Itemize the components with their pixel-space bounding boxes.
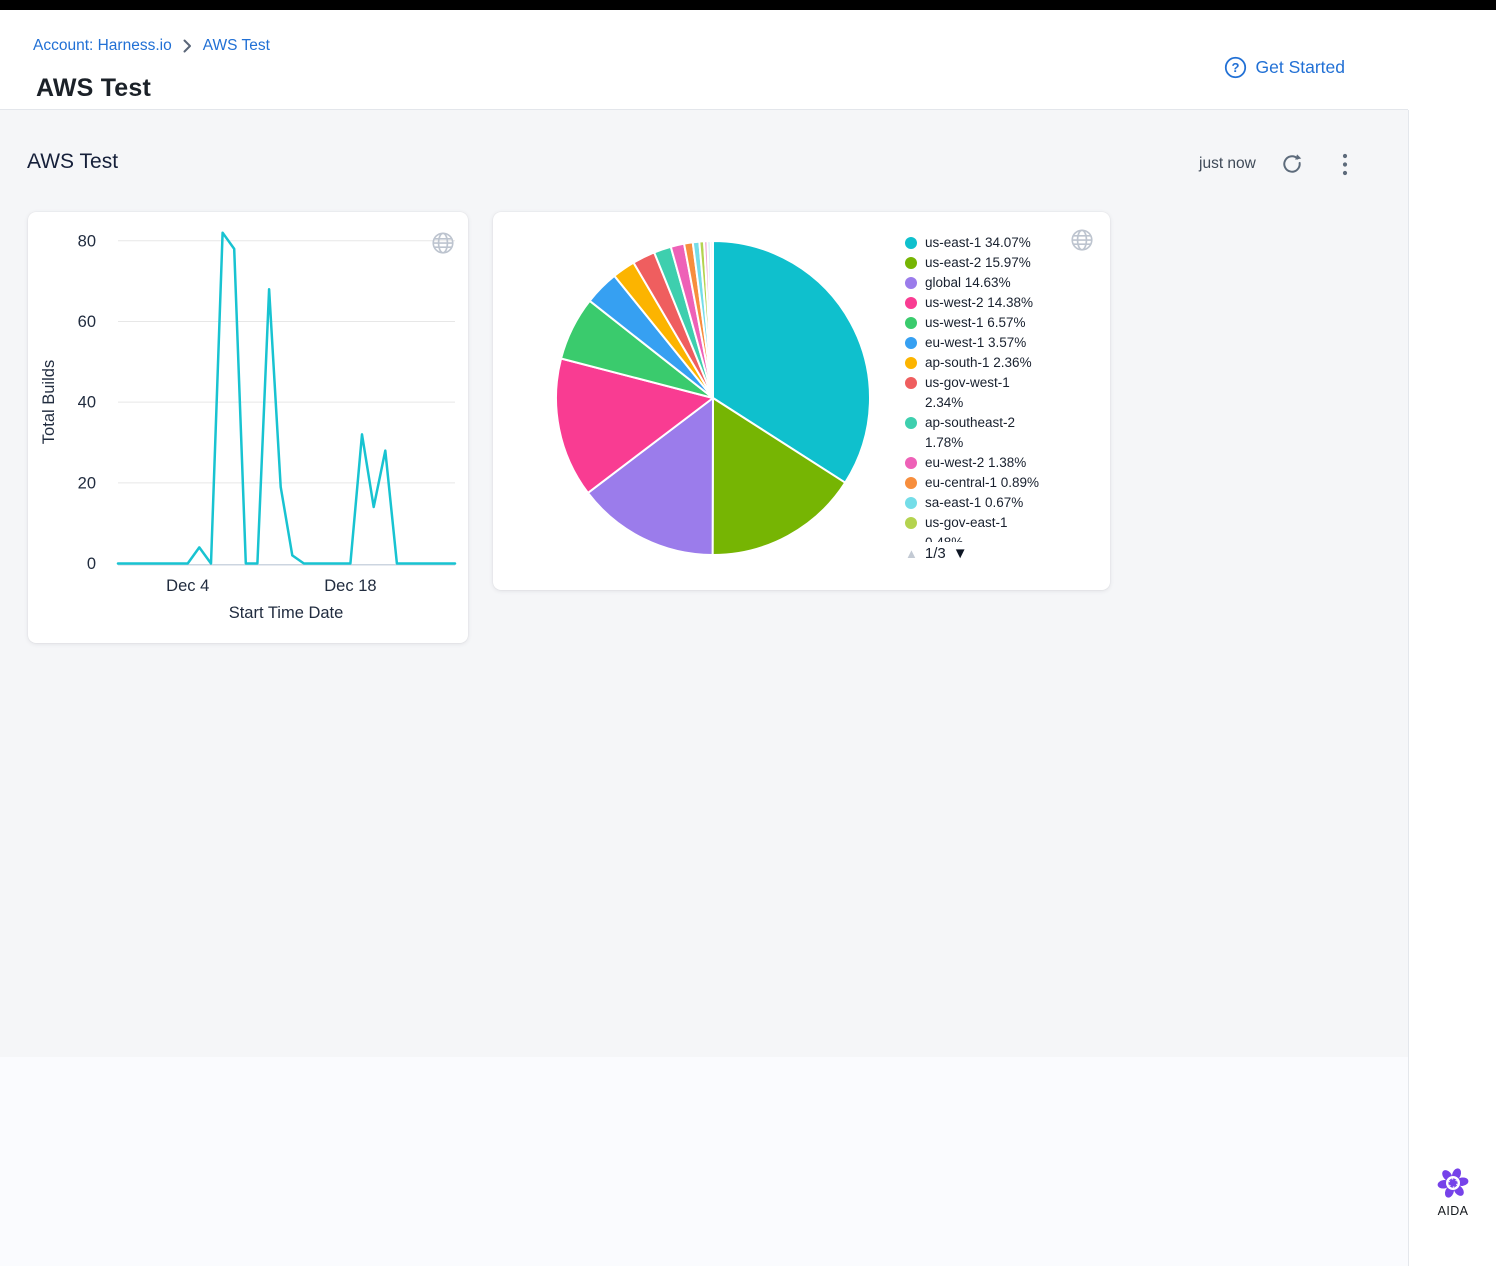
globe-icon — [1069, 227, 1095, 258]
legend-dot — [905, 317, 917, 329]
breadcrumb-current-link[interactable]: AWS Test — [203, 37, 270, 55]
legend-item-us-west-2[interactable]: us-west-2 14.38% — [905, 293, 1095, 313]
legend-item-global[interactable]: global 14.63% — [905, 273, 1095, 293]
pie-legend: us-east-1 34.07%us-east-2 15.97%global 1… — [905, 233, 1095, 542]
pie-chart-card: us-east-1 34.07%us-east-2 15.97%global 1… — [493, 212, 1110, 590]
legend-dot — [905, 337, 917, 349]
total-builds-chart-svg[interactable]: 0 20 40 60 80 Dec 4 Dec 18 Total Builds Start … — [28, 212, 468, 643]
legend-dot — [905, 237, 917, 249]
svg-text:60: 60 — [78, 313, 96, 331]
svg-text:20: 20 — [78, 474, 96, 492]
right-rail: AIDA — [1408, 110, 1496, 1266]
legend-dot — [905, 357, 917, 369]
legend-label: eu-west-2 1.38% — [925, 453, 1055, 473]
legend-label: us-east-2 15.97% — [925, 253, 1055, 273]
legend-item-us-gov-west-1[interactable]: us-gov-west-12.34% — [905, 373, 1095, 413]
legend-item-ap-southeast-2[interactable]: ap-southeast-21.78% — [905, 413, 1095, 453]
legend-label: us-east-1 34.07% — [925, 233, 1055, 253]
svg-text:40: 40 — [78, 394, 96, 412]
legend-label: us-west-1 6.57% — [925, 313, 1055, 333]
legend-dot — [905, 457, 917, 469]
legend-dot — [905, 477, 917, 489]
legend-label: ap-south-1 2.36% — [925, 353, 1055, 373]
aida-label: AIDA — [1438, 1204, 1469, 1218]
get-started-link[interactable]: ? Get Started — [1224, 56, 1346, 79]
legend-item-eu-west-1[interactable]: eu-west-1 3.57% — [905, 333, 1095, 353]
legend-dot — [905, 417, 917, 429]
page-title: AWS Test — [36, 74, 151, 103]
legend-item-us-west-1[interactable]: us-west-1 6.57% — [905, 313, 1095, 333]
legend-dot — [905, 297, 917, 309]
line-chart-series — [118, 233, 455, 564]
dashboard-canvas-bottom — [0, 1057, 1408, 1266]
get-started-label: Get Started — [1256, 57, 1346, 78]
chevron-right-icon — [183, 39, 192, 53]
legend-page-down-icon[interactable]: ▼ — [953, 545, 968, 562]
breadcrumb-account-link[interactable]: Account: Harness.io — [33, 37, 172, 55]
legend-item-eu-west-2[interactable]: eu-west-2 1.38% — [905, 453, 1095, 473]
legend-pagination: ▲ 1/3 ▼ — [905, 545, 968, 562]
line-chart-axis-labels: 0 20 40 60 80 Dec 4 Dec 18 — [78, 232, 377, 595]
legend-dot — [905, 277, 917, 289]
legend-page-indicator: 1/3 — [925, 545, 946, 562]
legend-label: global 14.63% — [925, 273, 1055, 293]
y-axis-title: Total Builds — [40, 360, 58, 444]
legend-dot — [905, 377, 917, 389]
aida-flower-icon — [1436, 1166, 1470, 1200]
dashboard-controls: just now — [1199, 150, 1348, 178]
legend-item-us-east-1[interactable]: us-east-1 34.07% — [905, 233, 1095, 253]
legend-item-us-gov-east-1[interactable]: us-gov-east-10.48% — [905, 513, 1095, 542]
line-chart-card: 0 20 40 60 80 Dec 4 Dec 18 Total Builds Start … — [28, 212, 468, 643]
legend-label: us-gov-west-12.34% — [925, 373, 1055, 413]
top-black-bar — [0, 0, 1496, 10]
screen: Account: Harness.io AWS Test AWS Test ? … — [0, 0, 1496, 1266]
legend-dot — [905, 517, 917, 529]
refreshed-status: just now — [1199, 155, 1256, 173]
legend-label: ap-southeast-21.78% — [925, 413, 1055, 453]
svg-text:Dec 18: Dec 18 — [324, 577, 376, 595]
legend-item-sa-east-1[interactable]: sa-east-1 0.67% — [905, 493, 1095, 513]
legend-dot — [905, 497, 917, 509]
app-header: Account: Harness.io AWS Test AWS Test ? … — [0, 10, 1496, 109]
legend-item-us-east-2[interactable]: us-east-2 15.97% — [905, 253, 1095, 273]
aida-assistant-button[interactable]: AIDA — [1431, 1166, 1475, 1218]
dashboard-section-title: AWS Test — [27, 150, 118, 174]
legend-page-up-icon[interactable]: ▲ — [905, 546, 918, 561]
kebab-menu-button[interactable] — [1342, 153, 1348, 176]
svg-text:?: ? — [1231, 60, 1239, 75]
refresh-button[interactable] — [1281, 153, 1303, 175]
legend-dot — [905, 257, 917, 269]
legend-label: eu-west-1 3.57% — [925, 333, 1055, 353]
breadcrumb: Account: Harness.io AWS Test — [33, 37, 270, 55]
svg-text:Dec 4: Dec 4 — [166, 577, 209, 595]
legend-item-ap-south-1[interactable]: ap-south-1 2.36% — [905, 353, 1095, 373]
svg-text:80: 80 — [78, 232, 96, 250]
legend-label: us-west-2 14.38% — [925, 293, 1055, 313]
legend-label: sa-east-1 0.67% — [925, 493, 1055, 513]
globe-icon — [430, 230, 456, 261]
help-circle-icon: ? — [1224, 56, 1247, 79]
legend-label: eu-central-1 0.89% — [925, 473, 1055, 493]
legend-label: us-gov-east-10.48% — [925, 513, 1055, 542]
legend-item-eu-central-1[interactable]: eu-central-1 0.89% — [905, 473, 1095, 493]
svg-text:0: 0 — [87, 555, 96, 573]
x-axis-title: Start Time Date — [229, 604, 344, 622]
pie-slices — [556, 241, 870, 555]
